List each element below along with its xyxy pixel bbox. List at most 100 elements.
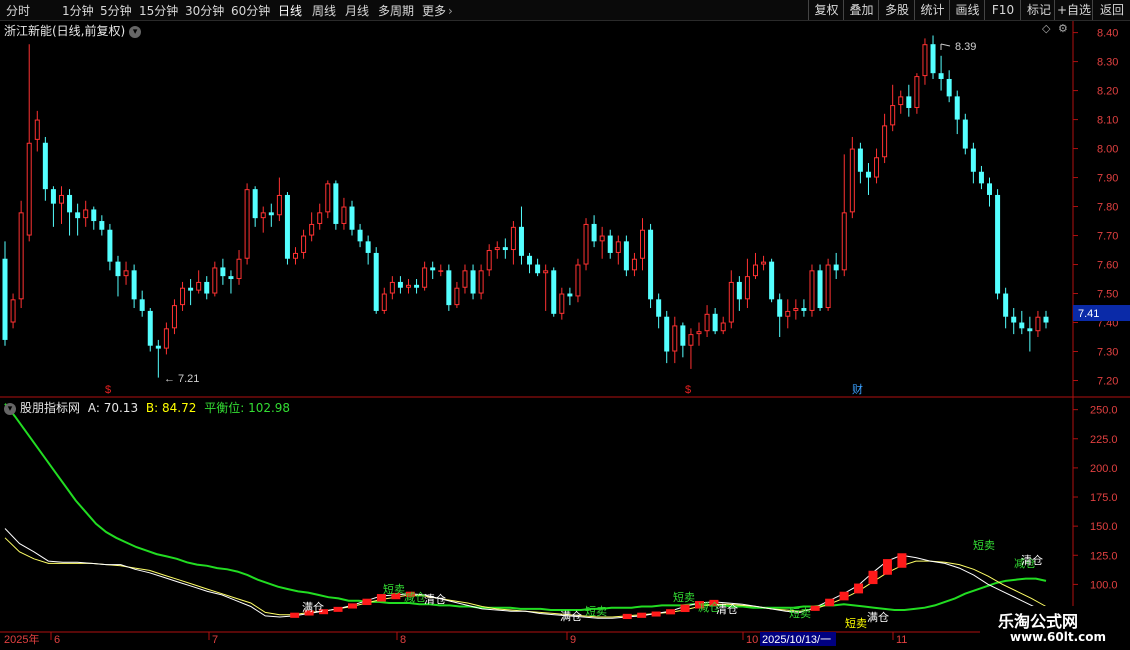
x-axis-label-nov: 11: [896, 634, 907, 646]
high-price-label: 8.39: [955, 41, 976, 53]
indicator-name: 股朋指标网: [20, 401, 81, 415]
candle-body-up: [478, 270, 484, 294]
candle-body-up: [83, 209, 89, 219]
indicator-balance-value: 102.98: [248, 401, 291, 415]
signal-short-sell: 短卖: [383, 582, 405, 596]
candle-body-down: [736, 281, 742, 300]
candle-body-up: [882, 125, 888, 158]
candle-body-up: [58, 194, 64, 204]
candle-body-down: [99, 221, 105, 230]
signal-short-sell: 短卖: [585, 604, 607, 618]
candle-body-up: [631, 258, 637, 271]
candle-body-down: [954, 96, 960, 120]
indicator-b-label: B:: [145, 401, 159, 415]
candle-body-down: [1043, 316, 1049, 323]
signal-short-sell: 短卖: [673, 590, 695, 604]
candle-body-up: [575, 264, 581, 297]
candle-body-down: [75, 212, 81, 219]
candle-body-down: [414, 284, 420, 288]
candle-body-up: [599, 235, 605, 242]
candle-body-up: [236, 258, 242, 280]
x-axis-label-aug: 8: [400, 634, 406, 646]
candle-body-down: [567, 293, 573, 297]
candle-body-up: [422, 267, 428, 288]
candle-body-down: [502, 247, 508, 251]
x-axis-label-jul: 7: [212, 634, 218, 646]
signal-bar: [362, 598, 372, 606]
candle-body-up: [325, 183, 331, 213]
candle-body-down: [680, 325, 686, 346]
candle-body-up: [341, 206, 347, 224]
candle-body-down: [1011, 316, 1017, 323]
candle-body-down: [91, 209, 97, 222]
price-axis-label: 8.10: [1097, 115, 1118, 127]
candle-body-down: [623, 241, 629, 271]
candle-body-down: [1003, 293, 1009, 317]
indicator-axis-label: 250.0: [1090, 405, 1118, 417]
candle-body-down: [906, 96, 912, 108]
candle-body-down: [664, 316, 670, 352]
candle-body-up: [543, 270, 549, 274]
candle-body-down: [970, 148, 976, 172]
candle-body-up: [381, 293, 387, 311]
candle-body-up: [849, 148, 855, 213]
candle-body-down: [188, 287, 194, 291]
candle-body-up: [922, 44, 928, 77]
candle-body-up: [438, 270, 444, 272]
candle-body-down: [2, 258, 8, 340]
signal-full-position: 满仓: [302, 600, 324, 614]
signal-bar: [868, 570, 878, 585]
candle-body-up: [462, 270, 468, 288]
cursor-date-label: 2025/10/13/一: [762, 634, 831, 646]
chevron-down-icon[interactable]: ▾: [4, 402, 16, 415]
candle-body-down: [527, 255, 533, 265]
candle-body-up: [761, 261, 767, 265]
candle-body-up: [720, 322, 726, 332]
candle-body-down: [833, 264, 839, 271]
indicator-a-label: A:: [87, 401, 100, 415]
candle-body-down: [42, 142, 48, 190]
candle-body-down: [648, 229, 654, 300]
dividend-marker[interactable]: $: [685, 384, 691, 396]
candle-body-up: [34, 119, 40, 140]
candle-body-down: [228, 276, 234, 280]
price-axis-label: 7.50: [1097, 289, 1118, 301]
signal-bar: [680, 604, 690, 613]
candle-body-up: [728, 281, 734, 323]
candle-body-up: [212, 267, 218, 294]
candle-body-up: [18, 212, 24, 300]
candle-body-down: [987, 183, 993, 195]
candle-body-down: [857, 148, 863, 172]
candle-body-up: [825, 264, 831, 309]
watermark-url: www.60lt.com: [1010, 630, 1107, 644]
candle-body-up: [640, 229, 646, 259]
candle-body-down: [777, 299, 783, 317]
candle-body-up: [785, 310, 791, 317]
candle-body-up: [841, 212, 847, 271]
indicator-balance-label: 平衡位:: [204, 401, 245, 415]
candle-body-down: [430, 267, 436, 271]
candle-body-up: [301, 235, 307, 253]
signal-bar: [810, 605, 820, 611]
candle-body-up: [914, 76, 920, 108]
candle-body-down: [252, 189, 258, 219]
signal-bar: [637, 612, 647, 618]
indicator-axis-label: 125.0: [1090, 550, 1118, 562]
indicator-b-value: 84.72: [162, 401, 197, 415]
candle-body-down: [817, 270, 823, 309]
x-axis-label-sep: 9: [570, 634, 576, 646]
dividend-marker[interactable]: $: [105, 384, 111, 396]
candle-body-down: [801, 308, 807, 311]
candle-body-up: [276, 194, 282, 216]
candle-body-up: [180, 287, 186, 306]
candle-body-down: [397, 281, 403, 288]
candle-body-up: [123, 270, 129, 277]
price-axis-label: 7.20: [1097, 376, 1118, 388]
financial-report-marker[interactable]: 财: [852, 382, 863, 396]
candle-body-down: [220, 267, 226, 277]
candle-body-down: [349, 206, 355, 230]
price-axis-label: 8.40: [1097, 28, 1118, 40]
candle-body-down: [865, 171, 871, 178]
signal-bar: [290, 612, 300, 618]
candle-body-up: [293, 252, 299, 259]
